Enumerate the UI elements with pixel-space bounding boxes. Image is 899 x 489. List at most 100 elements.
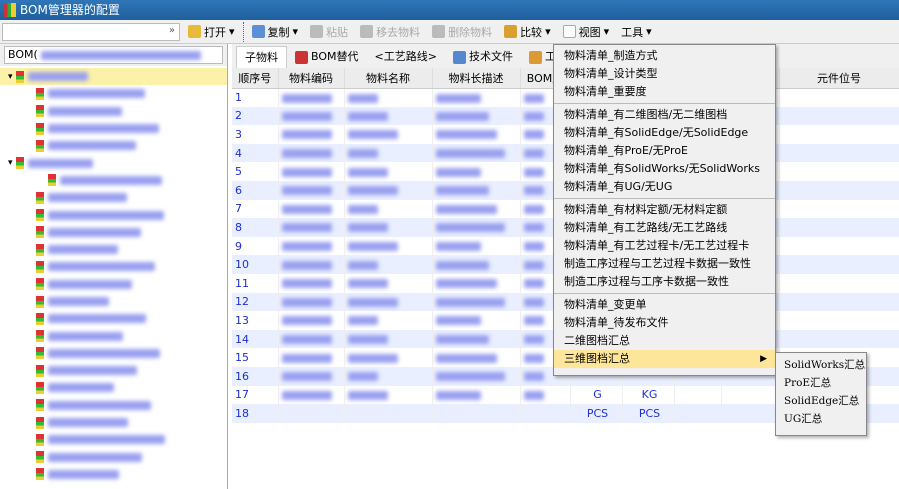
- submenu-item[interactable]: ProE汇总: [776, 374, 866, 392]
- table-cell: 8: [232, 218, 279, 237]
- tree-node[interactable]: [0, 449, 227, 466]
- bom-node-icon: [48, 174, 56, 187]
- column-header[interactable]: 物料长描述: [432, 68, 521, 89]
- tree-node[interactable]: [0, 120, 227, 137]
- blurred-text: [435, 111, 489, 121]
- tree-node[interactable]: [0, 137, 227, 154]
- bom-node-icon: [36, 451, 44, 464]
- paste-button[interactable]: 粘贴: [304, 24, 354, 40]
- menu-item[interactable]: 物料清单_变更单: [554, 296, 775, 314]
- menu-item[interactable]: 物料清单_有工艺过程卡/无工艺过程卡: [554, 237, 775, 255]
- menu-item[interactable]: 物料清单_设计类型: [554, 65, 775, 83]
- tree-node[interactable]: ▾: [0, 68, 227, 86]
- menu-item-label: 制造工序过程与工序卡数据一致性: [564, 275, 729, 288]
- expand-icon[interactable]: ▾: [8, 72, 13, 82]
- remove-button[interactable]: 移去物料: [354, 24, 426, 40]
- table-cell: [432, 162, 521, 181]
- bom-node-icon: [36, 105, 44, 118]
- bom-header-label: BOM(: [8, 48, 38, 61]
- column-header[interactable]: 物料编码: [278, 68, 345, 89]
- title-bar: BOM管理器的配置: [0, 0, 899, 20]
- menu-item[interactable]: 物料清单_有UG/无UG: [554, 178, 775, 196]
- tree-node[interactable]: [0, 466, 227, 483]
- tab[interactable]: 子物料: [236, 46, 287, 68]
- tree-node[interactable]: [0, 241, 227, 258]
- copy-button[interactable]: 复制 ▾: [246, 24, 305, 40]
- bom-node-icon: [36, 295, 44, 308]
- table-cell: [278, 106, 345, 126]
- tab[interactable]: <工艺路线>: [367, 46, 445, 68]
- blurred-text: [523, 223, 544, 233]
- bom-node-icon: [36, 381, 44, 394]
- table-cell: [432, 255, 521, 274]
- open-button[interactable]: 打开 ▾: [182, 24, 241, 40]
- tree-node[interactable]: [0, 327, 227, 344]
- tree-node[interactable]: [0, 276, 227, 293]
- bom-select[interactable]: »: [2, 23, 180, 41]
- delete-button[interactable]: 删除物料: [426, 24, 498, 40]
- bom-node-icon: [15, 157, 24, 170]
- column-header[interactable]: 物料名称: [344, 68, 433, 89]
- tree-node[interactable]: [0, 189, 227, 206]
- bom-header-field[interactable]: BOM(: [4, 46, 223, 64]
- menu-item[interactable]: 二维图档汇总: [554, 332, 775, 350]
- blurred-text: [27, 72, 88, 82]
- bom-tree[interactable]: ▾ ▾: [0, 66, 227, 483]
- tree-node[interactable]: [0, 224, 227, 241]
- column-header[interactable]: 顺序号: [232, 68, 279, 89]
- expand-icon[interactable]: ▾: [8, 158, 13, 168]
- menu-item-label: 物料清单_有SolidWorks/无SolidWorks: [564, 162, 760, 175]
- table-cell: [432, 236, 521, 256]
- submenu-item[interactable]: UG汇总: [776, 410, 866, 428]
- tree-node[interactable]: [0, 206, 227, 223]
- tab-icon: [295, 50, 308, 64]
- menu-item[interactable]: 物料清单_有工艺路线/无工艺路线: [554, 219, 775, 237]
- menu-item-label: 物料清单_变更单: [564, 298, 647, 311]
- menu-item[interactable]: 制造工序过程与工艺过程卡数据一致性: [554, 255, 775, 273]
- blurred-text: [523, 242, 544, 252]
- submenu-item[interactable]: SolidEdge汇总: [776, 392, 866, 410]
- tab-label: 子物料: [245, 50, 278, 64]
- column-header[interactable]: 元件位号: [779, 68, 899, 89]
- menu-item[interactable]: 物料清单_有SolidEdge/无SolidEdge: [554, 124, 775, 142]
- menu-item[interactable]: 物料清单_有SolidWorks/无SolidWorks: [554, 160, 775, 178]
- blurred-text: [347, 186, 398, 196]
- blurred-text: [523, 260, 544, 270]
- menu-item[interactable]: 物料清单_有材料定额/无材料定额: [554, 201, 775, 219]
- tree-node[interactable]: [0, 362, 227, 379]
- combo-arrow-icon[interactable]: »: [169, 25, 175, 36]
- menu-item[interactable]: 制造工序过程与工序卡数据一致性: [554, 273, 775, 291]
- tree-node[interactable]: [0, 293, 227, 310]
- menu-item[interactable]: 物料清单_有二维图档/无二维图档: [554, 106, 775, 124]
- blurred-text: [435, 372, 505, 382]
- blurred-text: [523, 149, 544, 159]
- tree-node[interactable]: [0, 85, 227, 102]
- menu-item[interactable]: 物料清单_制造方式: [554, 47, 775, 65]
- compare-button[interactable]: 比较 ▾: [498, 24, 557, 40]
- tree-node[interactable]: [0, 258, 227, 275]
- tools-button[interactable]: 工具 ▾: [615, 24, 658, 40]
- tree-node[interactable]: [0, 379, 227, 396]
- menu-item[interactable]: 物料清单_有ProE/无ProE: [554, 142, 775, 160]
- blurred-text: [347, 130, 398, 140]
- blurred-text: [48, 106, 122, 116]
- menu-item[interactable]: 物料清单_待发布文件: [554, 314, 775, 332]
- tree-node[interactable]: [0, 397, 227, 414]
- tree-node[interactable]: [0, 172, 227, 189]
- tree-node[interactable]: [0, 103, 227, 120]
- tab[interactable]: 技术文件: [445, 46, 521, 68]
- view-button[interactable]: 视图 ▾: [557, 24, 616, 40]
- menu-item[interactable]: 三维图档汇总 ▶: [554, 350, 775, 368]
- tab-icon: [452, 50, 466, 64]
- tree-node[interactable]: [0, 345, 227, 362]
- tree-node[interactable]: ▾: [0, 154, 227, 171]
- tree-node[interactable]: [0, 310, 227, 327]
- tree-node[interactable]: [0, 414, 227, 431]
- submenu-item[interactable]: SolidWorks汇总: [776, 356, 866, 374]
- menu-item[interactable]: 物料清单_重要度: [554, 83, 775, 101]
- table-cell: [432, 292, 521, 312]
- tree-node[interactable]: [0, 431, 227, 448]
- table-cell: [779, 255, 899, 274]
- tab[interactable]: BOM替代: [287, 46, 367, 68]
- table-cell: PCS: [622, 404, 675, 423]
